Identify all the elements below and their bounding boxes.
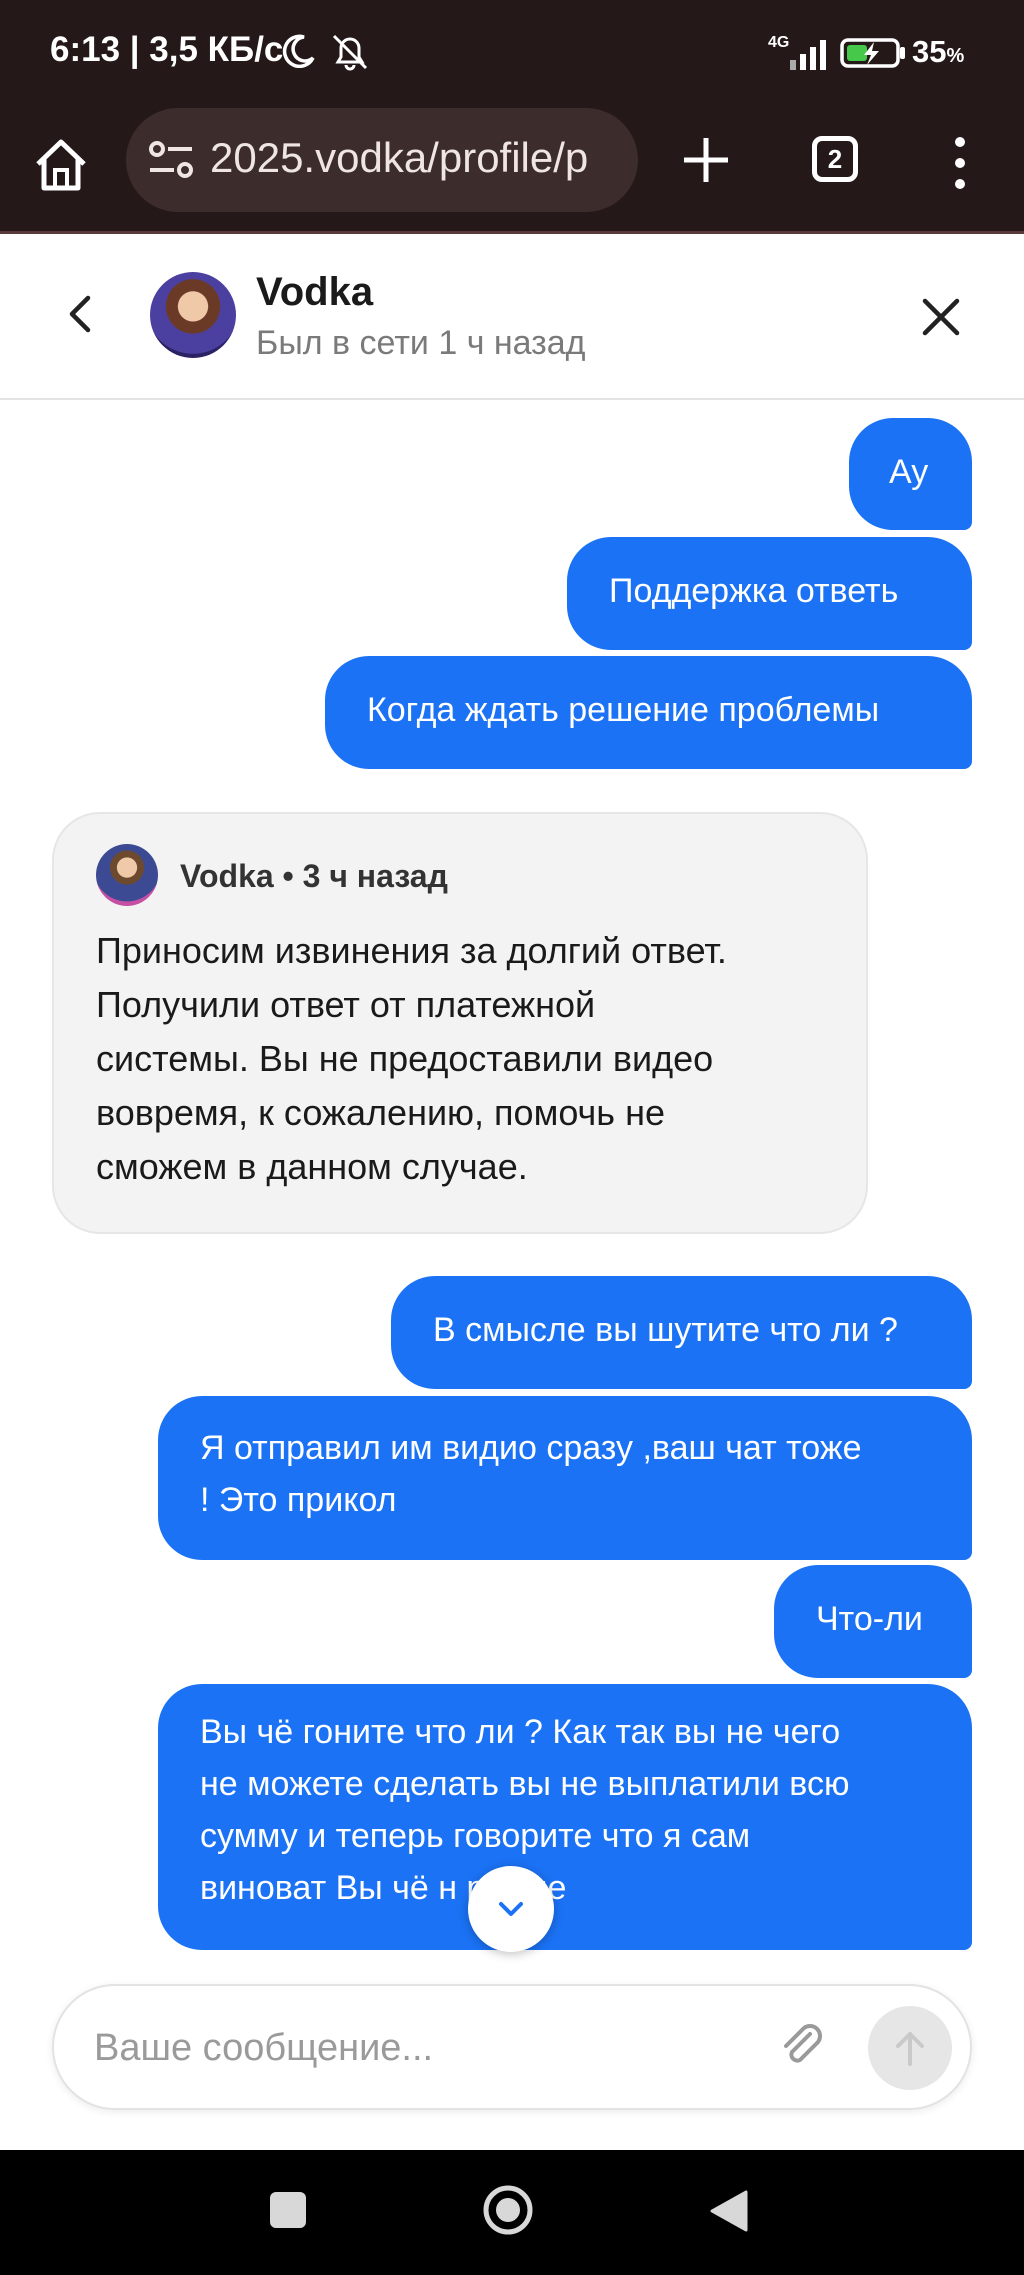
message-text: Приносим извинения за долгий ответ. Полу… — [96, 930, 727, 1187]
message-text: Вы чё гоните что ли ? Как так вы не чего — [200, 1713, 841, 1751]
system-nav-bar — [0, 2150, 1024, 2275]
outgoing-message[interactable]: Ау — [849, 418, 972, 530]
outgoing-message[interactable]: Когда ждать решение проблемы — [325, 656, 972, 769]
address-bar[interactable]: 2025.vodka/profile/p — [126, 108, 638, 212]
home-icon[interactable] — [30, 134, 92, 196]
recent-apps-icon[interactable] — [270, 2192, 306, 2228]
send-button[interactable] — [868, 2006, 952, 2090]
home-circle-icon[interactable] — [482, 2184, 534, 2236]
message-text: Я отправил им видио сразу ,ваш чат тоже — [200, 1429, 862, 1467]
message-text: В смысле вы шутите что ли ? — [433, 1311, 898, 1349]
battery-percent: 35% — [912, 34, 965, 69]
message-input[interactable] — [92, 2016, 776, 2080]
tab-switcher-button[interactable]: 2 — [812, 136, 858, 182]
message-text: сумму и теперь говорите что я сам — [200, 1817, 751, 1855]
browser-toolbar: 2025.vodka/profile/p 2 — [0, 108, 1024, 234]
contact-avatar[interactable] — [150, 272, 236, 358]
back-arrow-icon[interactable] — [60, 292, 104, 336]
signal-icon — [790, 40, 826, 70]
site-settings-icon[interactable] — [148, 138, 194, 182]
sender-avatar — [96, 844, 158, 906]
status-time: 6:13 | 3,5 КБ/с — [50, 30, 284, 69]
more-menu-icon[interactable] — [944, 134, 976, 192]
chevron-down-icon — [499, 1902, 523, 1916]
battery-icon — [840, 38, 905, 68]
message-text: виноват Вы чё н реные — [200, 1869, 567, 1907]
message-text: Ау — [889, 453, 929, 491]
outgoing-message[interactable]: Я отправил им видио сразу ,ваш чат тоже … — [158, 1396, 972, 1560]
close-icon[interactable] — [916, 292, 966, 342]
incoming-message[interactable]: Vodka • 3 ч назад Приносим извинения за … — [52, 812, 868, 1234]
outgoing-message[interactable]: Поддержка ответь — [567, 537, 972, 650]
back-triangle-icon[interactable] — [706, 2188, 750, 2234]
message-text: Когда ждать решение проблемы — [367, 691, 880, 729]
paperclip-icon[interactable] — [772, 2014, 832, 2074]
outgoing-message[interactable]: Что-ли — [774, 1565, 972, 1678]
bell-off-icon — [332, 34, 368, 71]
message-text: Что-ли — [816, 1600, 923, 1638]
chat-header: Vodka Был в сети 1 ч назад — [0, 234, 1024, 400]
message-text: ! Это прикол — [200, 1481, 397, 1519]
outgoing-message[interactable]: Вы чё гоните что ли ? Как так вы не чего… — [158, 1684, 972, 1950]
status-bar: 6:13 | 3,5 КБ/с 4G 35% — [0, 0, 1024, 108]
contact-last-seen: Был в сети 1 ч назад — [256, 324, 586, 362]
new-tab-icon[interactable] — [678, 132, 734, 188]
message-text: Поддержка ответь — [609, 572, 899, 610]
scroll-to-bottom-button[interactable] — [468, 1866, 554, 1952]
url-text[interactable]: 2025.vodka/profile/p — [210, 134, 630, 182]
message-composer — [52, 1984, 972, 2110]
outgoing-message[interactable]: В смысле вы шутите что ли ? — [391, 1276, 972, 1389]
message-text: не можете сделать вы не выплатили всю — [200, 1765, 850, 1803]
contact-name: Vodka — [256, 270, 374, 314]
arrow-up-icon — [896, 2032, 924, 2066]
message-meta: Vodka • 3 ч назад — [180, 858, 448, 894]
moon-icon — [282, 34, 315, 68]
